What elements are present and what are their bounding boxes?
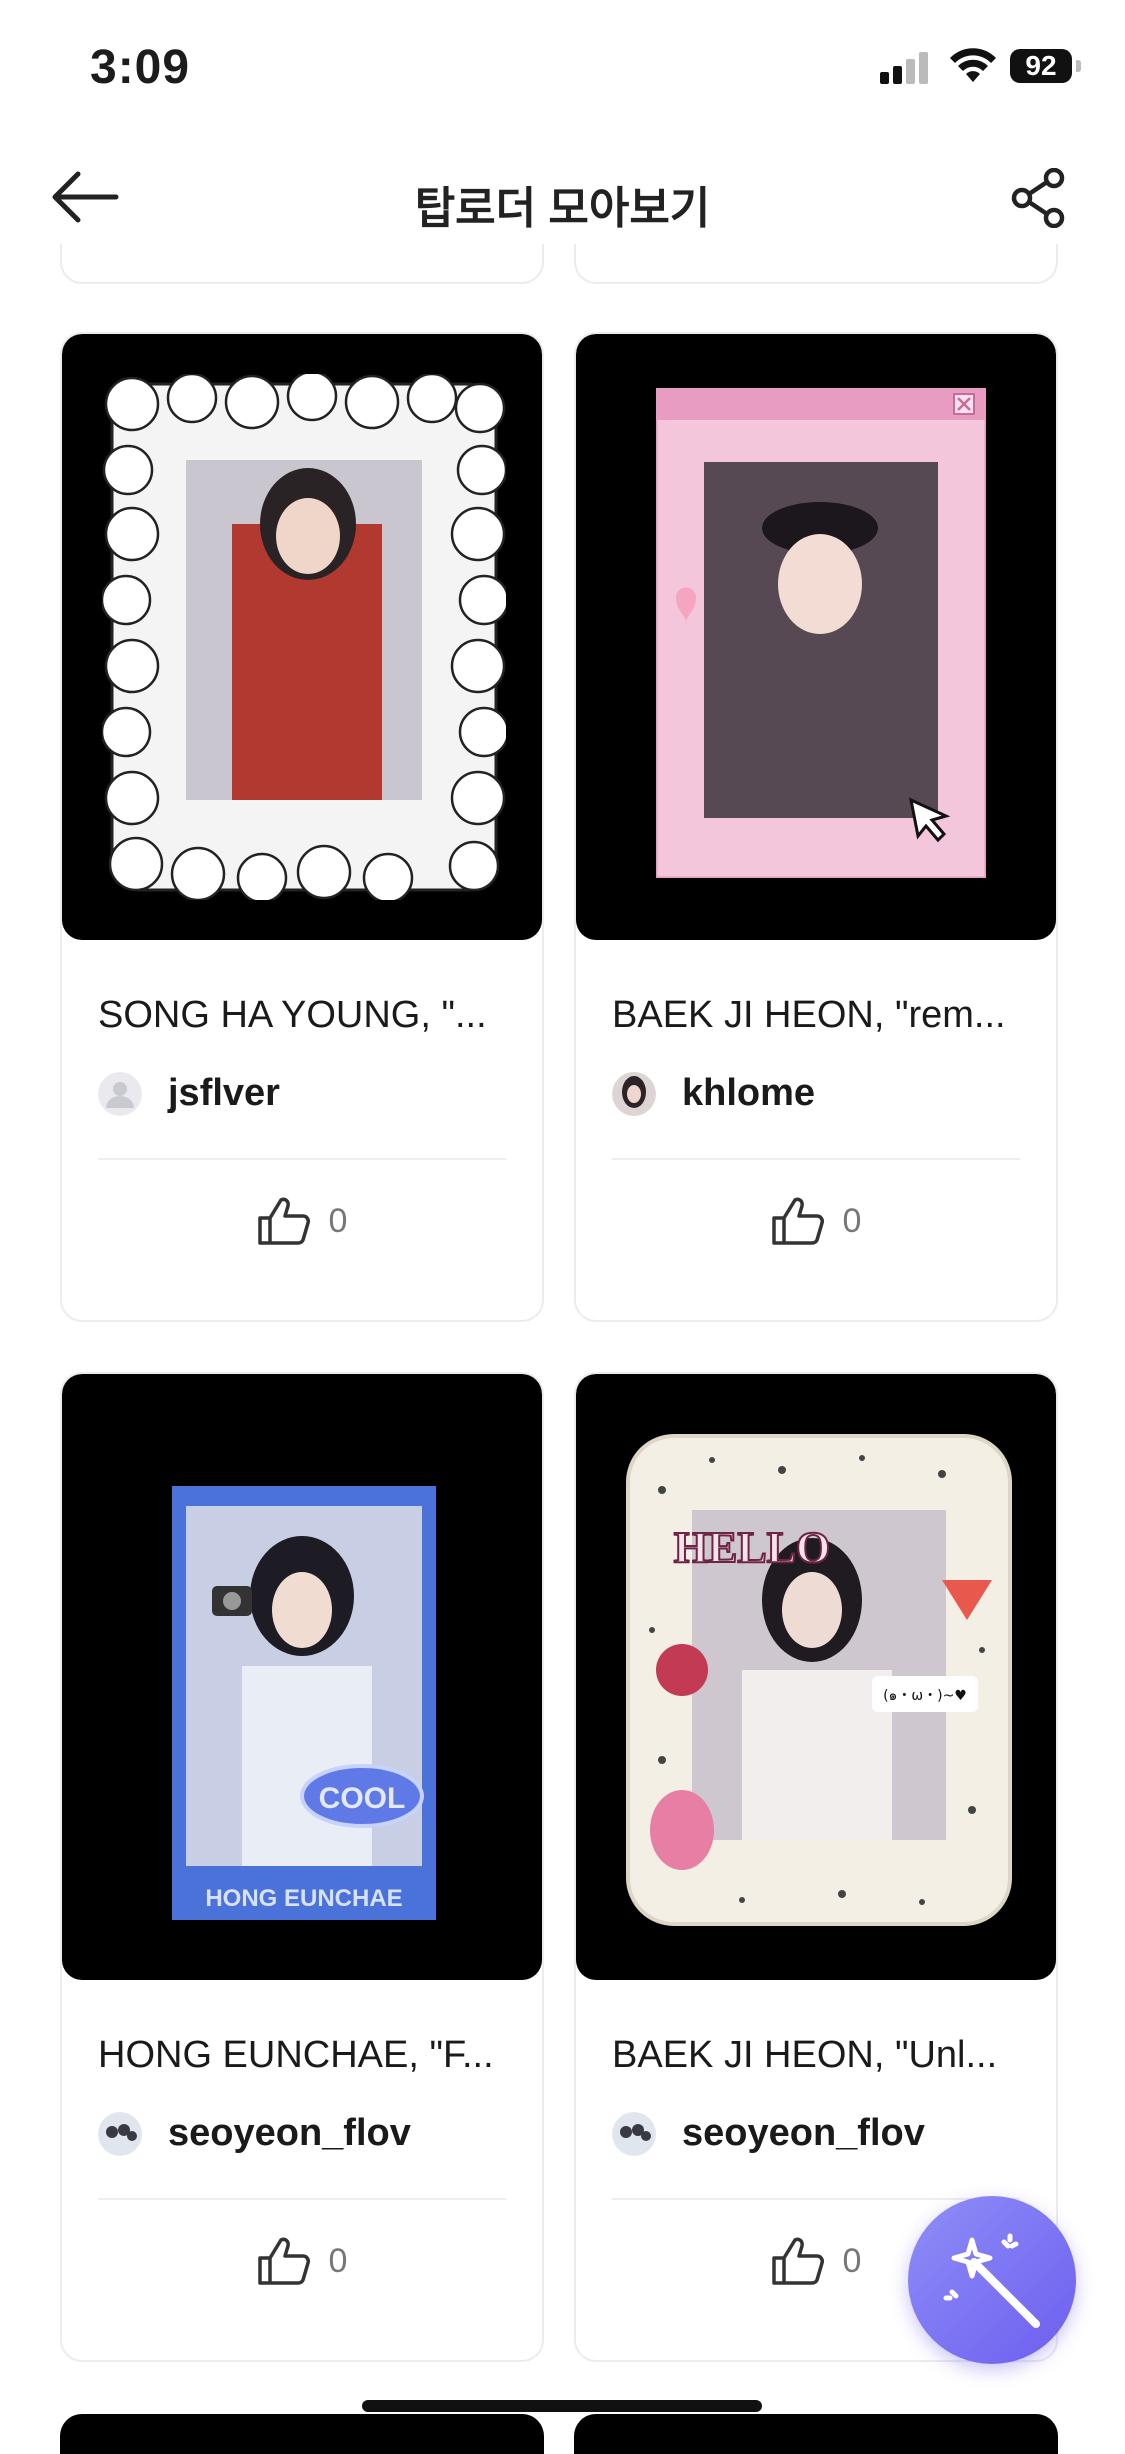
white-flower-frame-image bbox=[102, 374, 506, 900]
like-button[interactable]: 0 bbox=[62, 1196, 542, 1256]
nav-bar: 탑로더 모아보기 bbox=[0, 140, 1125, 250]
page-title: 탑로더 모아보기 bbox=[414, 184, 711, 233]
like-button[interactable]: 0 bbox=[62, 2236, 542, 2296]
cream-frame-image: HELLO (๑・ω・)~♥ bbox=[626, 1434, 1012, 1926]
card-username[interactable]: seoyeon_flov bbox=[682, 2112, 925, 2155]
like-button[interactable]: 0 bbox=[576, 1196, 1056, 1256]
card-thumbnail[interactable] bbox=[576, 334, 1056, 940]
pink-window-frame-image bbox=[656, 388, 986, 878]
card-thumbnail[interactable]: HELLO (๑・ω・)~♥ bbox=[576, 1374, 1056, 1980]
like-count: 0 bbox=[328, 2241, 348, 2280]
cool-sticker-text: COOL bbox=[319, 1782, 406, 1815]
toploader-card[interactable]: SONG HA YOUNG, "... jsflver 0 bbox=[60, 332, 544, 1322]
previous-card-right[interactable] bbox=[574, 244, 1058, 284]
share-icon[interactable] bbox=[1010, 168, 1066, 228]
like-count: 0 bbox=[842, 1201, 862, 1240]
thumbs-up-icon bbox=[257, 2237, 310, 2285]
user-avatar bbox=[98, 2112, 142, 2156]
card-divider bbox=[98, 1158, 506, 1160]
card-title: HONG EUNCHAE, "F... bbox=[98, 2034, 494, 2076]
card-divider bbox=[98, 2198, 506, 2200]
emoticon-sticker-text: (๑・ω・)~♥ bbox=[883, 1688, 967, 1704]
cellular-signal-icon bbox=[880, 52, 928, 84]
blue-sticker-frame-image: COOL HONG EUNCHAE bbox=[172, 1486, 436, 1920]
wifi-icon bbox=[950, 48, 996, 82]
card-divider bbox=[612, 1158, 1020, 1160]
card-thumbnail[interactable]: COOL HONG EUNCHAE bbox=[62, 1374, 542, 1980]
status-bar: 3:09 92 bbox=[0, 0, 1125, 140]
thumbs-up-icon bbox=[771, 1197, 824, 1245]
next-card-left[interactable] bbox=[60, 2414, 544, 2454]
previous-card-left[interactable] bbox=[60, 244, 544, 284]
thumbs-up-icon bbox=[771, 2237, 824, 2285]
user-avatar bbox=[612, 2112, 656, 2156]
toploader-card[interactable]: BAEK JI HEON, "rem... khlome 0 bbox=[574, 332, 1058, 1322]
toploader-card[interactable]: COOL HONG EUNCHAE HONG EUNCHAE, "F... se… bbox=[60, 1372, 544, 2362]
battery-indicator: 92 bbox=[1010, 49, 1072, 83]
card-title: BAEK JI HEON, "Unl... bbox=[612, 2034, 998, 2076]
card-username[interactable]: khlome bbox=[682, 1072, 815, 1115]
status-time: 3:09 bbox=[90, 41, 191, 94]
battery-cap bbox=[1076, 60, 1081, 72]
home-indicator bbox=[362, 2400, 762, 2412]
card-title: BAEK JI HEON, "rem... bbox=[612, 994, 1006, 1036]
like-count: 0 bbox=[842, 2241, 862, 2280]
card-title: SONG HA YOUNG, "... bbox=[98, 994, 487, 1036]
user-avatar bbox=[612, 1072, 656, 1116]
next-card-right[interactable] bbox=[574, 2414, 1058, 2454]
card-username[interactable]: jsflver bbox=[168, 1072, 280, 1115]
like-count: 0 bbox=[328, 1201, 348, 1240]
card-username[interactable]: seoyeon_flov bbox=[168, 2112, 411, 2155]
frame-name-text: HONG EUNCHAE bbox=[205, 1885, 402, 1912]
default-avatar-icon bbox=[98, 1072, 142, 1116]
magic-wand-button[interactable] bbox=[908, 2196, 1076, 2364]
magic-wand-icon bbox=[943, 2233, 1040, 2328]
thumbs-up-icon bbox=[257, 1197, 310, 1245]
card-thumbnail[interactable] bbox=[62, 334, 542, 940]
hello-sticker-text: HELLO bbox=[674, 1523, 831, 1572]
